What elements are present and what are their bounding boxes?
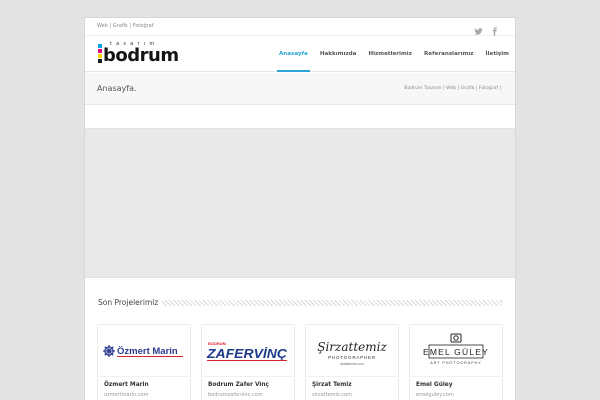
section-title: Son Projelerimiz	[98, 298, 163, 307]
main-nav: Anasayfa Hakkımızda Hizmetlerimiz Refera…	[273, 36, 515, 72]
top-bar: Web | Grafik | Fotoğraf	[85, 18, 515, 36]
nav-item-hizmetlerimiz[interactable]: Hizmetlerimiz	[362, 36, 418, 72]
projects-grid: Özmert Marin Özmert Marin ozmertmarin.co…	[97, 324, 505, 400]
project-card[interactable]: Özmert Marin Özmert Marin ozmertmarin.co…	[97, 324, 191, 400]
logo-wordmark: bodrum	[103, 45, 179, 66]
tagline: Web | Grafik | Fotoğraf	[97, 23, 154, 29]
svg-text:Şirzattemiz: Şirzattemiz	[317, 340, 387, 354]
project-name[interactable]: Özmert Marin	[104, 382, 149, 388]
hero-slider	[85, 128, 515, 278]
project-card[interactable]: Şirzattemiz PHOTOGRAPHER sirzattemiz.com…	[305, 324, 399, 400]
zafer-vinc-logo: BODRUM ZAFERVİNÇ	[206, 341, 288, 361]
breadcrumb[interactable]: Bodrum Tasarım | Web | Grafik | Fotoğraf…	[404, 86, 501, 91]
facebook-icon[interactable]	[490, 21, 501, 36]
project-url[interactable]: emelguley.com	[416, 392, 454, 398]
project-thumbnail[interactable]: Özmert Marin	[98, 325, 190, 377]
project-url[interactable]: sirzattemiz.com	[312, 392, 352, 398]
ozmert-marin-logo: Özmert Marin	[103, 344, 183, 357]
page-title-bar: Anasayfa. Bodrum Tasarım | Web | Grafik …	[85, 73, 515, 105]
project-name[interactable]: Bodrum Zafer Vinç	[208, 382, 269, 388]
site-header: tasarım bodrum Anasayfa Hakkımızda Hizme…	[85, 36, 515, 72]
emel-guley-logo: EMEL GÜLEY ART PHOTOGRAPHY	[423, 333, 489, 365]
page-container: Web | Grafik | Fotoğraf tasarım bodrum A…	[84, 17, 516, 400]
nav-item-iletisim[interactable]: İletişim	[480, 36, 515, 72]
project-url[interactable]: ozmertmarin.com	[104, 392, 148, 398]
page-title: Anasayfa.	[97, 84, 137, 93]
svg-text:sirzattemiz.com: sirzattemiz.com	[340, 362, 364, 366]
svg-text:PHOTOGRAPHER: PHOTOGRAPHER	[328, 355, 376, 360]
svg-text:ZAFERVİNÇ: ZAFERVİNÇ	[206, 346, 288, 361]
bodrum-tasarim-logo[interactable]: tasarım bodrum	[98, 41, 194, 68]
svg-text:Özmert Marin: Özmert Marin	[117, 346, 178, 357]
project-name[interactable]: Emel Güley	[416, 382, 453, 388]
project-thumbnail[interactable]: BODRUM ZAFERVİNÇ	[202, 325, 294, 377]
sirzat-temiz-logo: Şirzattemiz PHOTOGRAPHER sirzattemiz.com	[317, 340, 387, 366]
svg-text:EMEL GÜLEY: EMEL GÜLEY	[423, 347, 489, 357]
project-card[interactable]: BODRUM ZAFERVİNÇ Bodrum Zafer Vinç bodru…	[201, 324, 295, 400]
project-url[interactable]: bodrumzafervinc.com	[208, 392, 263, 398]
svg-text:ART PHOTOGRAPHY: ART PHOTOGRAPHY	[430, 361, 481, 365]
svg-text:BODRUM: BODRUM	[208, 341, 227, 346]
project-thumbnail[interactable]: EMEL GÜLEY ART PHOTOGRAPHY	[410, 325, 502, 377]
twitter-icon[interactable]	[474, 21, 485, 35]
project-card[interactable]: EMEL GÜLEY ART PHOTOGRAPHY Emel Güley em…	[409, 324, 503, 400]
nav-item-referanslarimiz[interactable]: Referanslarımız	[418, 36, 480, 72]
nav-item-hakkimizda[interactable]: Hakkımızda	[314, 36, 363, 72]
camera-icon	[450, 333, 462, 342]
project-thumbnail[interactable]: Şirzattemiz PHOTOGRAPHER sirzattemiz.com	[306, 325, 398, 377]
nav-item-anasayfa[interactable]: Anasayfa	[273, 36, 314, 72]
project-name[interactable]: Şirzat Temiz	[312, 382, 352, 388]
section-header: Son Projelerimiz	[98, 298, 503, 308]
